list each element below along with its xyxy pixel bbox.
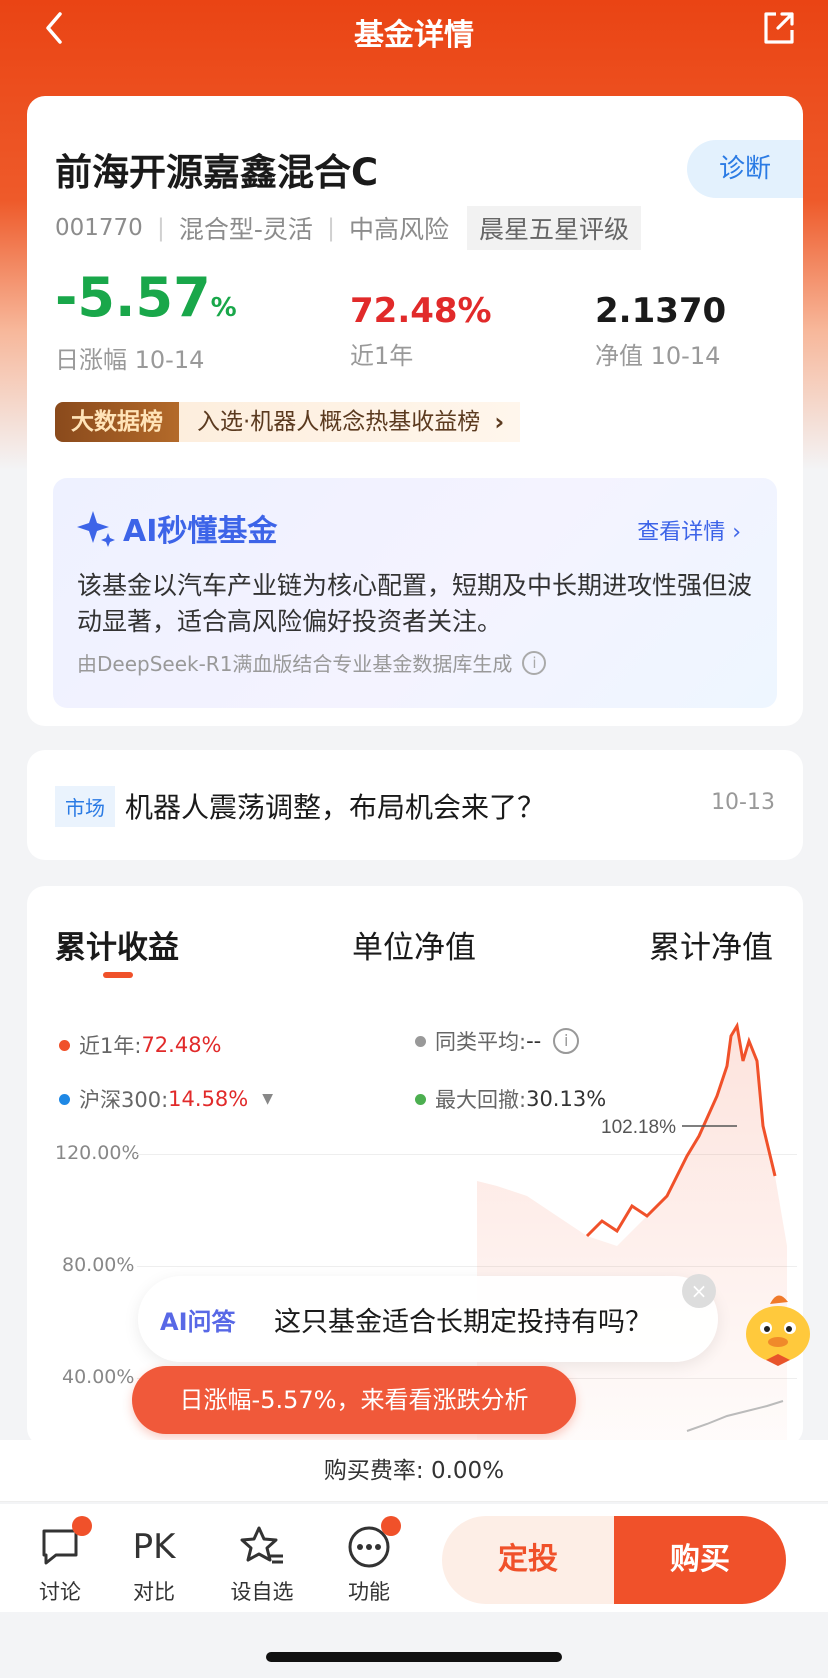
fund-meta-row: 001770 | 混合型-灵活 | 中高风险 晨星五星评级 — [55, 206, 642, 250]
daily-change-value: -5.57 — [55, 266, 211, 329]
mascot-duck-icon[interactable] — [736, 1284, 820, 1368]
chart-card: 累计收益 单位净值 累计净值 近1年: 72.48% 同类平均: -- i 沪深… — [27, 886, 803, 1446]
pk-icon: PK — [132, 1527, 176, 1567]
compare-button[interactable]: PK 对比 — [114, 1522, 194, 1606]
close-icon[interactable]: × — [682, 1274, 716, 1308]
buy-button[interactable]: 购买 — [614, 1516, 786, 1604]
ai-source-text: 由DeepSeek-R1满血版结合专业基金数据库生成 — [77, 652, 513, 676]
big-data-rank-badge: 大数据榜 — [55, 402, 179, 442]
ranking-label: 入选·机器人概念热基收益榜 — [197, 409, 481, 435]
news-date: 10-13 — [711, 790, 775, 815]
star-list-icon — [240, 1526, 283, 1564]
home-area — [0, 1612, 828, 1678]
fund-category: 混合型-灵活 — [178, 215, 313, 244]
nav-stat: 2.1370 净值 10-14 — [595, 292, 726, 371]
ai-qa-question: 这只基金适合长期定投持有吗？ — [274, 1307, 652, 1338]
notification-dot — [381, 1516, 401, 1536]
daily-change-analysis-button[interactable]: 日涨幅-5.57%，来看看涨跌分析 — [132, 1366, 576, 1434]
year-return-stat: 72.48% 近1年 — [350, 292, 492, 371]
add-watchlist-button[interactable]: 设自选 — [222, 1522, 302, 1606]
ranking-text: 入选·机器人概念热基收益榜 › — [179, 402, 521, 442]
ai-qa-label: AI问答 — [160, 1308, 236, 1336]
ai-summary-body: 该基金以汽车产业链为核心配置，短期及中长期进攻性强但波动显著，适合高风险偏好投资… — [77, 571, 753, 636]
fund-code: 001770 — [55, 215, 143, 241]
fund-name: 前海开源嘉鑫混合C — [55, 151, 379, 194]
ai-summary-title-text: AI秒懂基金 — [123, 514, 278, 549]
watch-label: 设自选 — [230, 1580, 294, 1604]
news-title: 机器人震荡调整，布局机会来了？ — [125, 791, 546, 824]
news-card[interactable]: 市场 机器人震荡调整，布局机会来了？ 10-13 — [27, 750, 803, 860]
notification-dot — [72, 1516, 92, 1536]
peak-label: 102.18% — [601, 1117, 676, 1138]
discuss-label: 讨论 — [39, 1580, 81, 1604]
year-return-label: 近1年 — [350, 342, 414, 370]
page-title: 基金详情 — [354, 18, 474, 53]
navigation-bar: 基金详情 — [0, 0, 828, 58]
year-return-value: 72.48% — [350, 291, 492, 331]
return-chart[interactable]: 102.18% — [27, 886, 803, 1446]
rating-badge[interactable]: 晨星五星评级 — [467, 206, 642, 250]
nav-label: 净值 10-14 — [595, 342, 721, 370]
fund-summary-card: 前海开源嘉鑫混合C 诊断 001770 | 混合型-灵活 | 中高风险 晨星五星… — [27, 96, 803, 726]
divider: | — [156, 214, 165, 242]
daily-change-unit: % — [210, 293, 237, 323]
ai-qa-bubble[interactable]: AI问答 这只基金适合长期定投持有吗？ × — [138, 1274, 718, 1362]
view-details-link[interactable]: 查看详情 › — [637, 514, 741, 546]
divider: | — [326, 214, 336, 242]
fixed-investment-button[interactable]: 定投 — [442, 1516, 614, 1604]
news-tag: 市场 — [55, 786, 115, 827]
info-icon[interactable]: i — [522, 650, 547, 675]
function-button[interactable]: 功能 — [329, 1516, 409, 1606]
home-indicator[interactable] — [266, 1652, 562, 1662]
function-label: 功能 — [348, 1580, 390, 1604]
ranking-banner[interactable]: 大数据榜 入选·机器人概念热基收益榜 › — [55, 402, 521, 442]
sparkle-icon — [77, 511, 115, 547]
ai-summary-title: AI秒懂基金 — [77, 506, 277, 550]
discuss-button[interactable]: 讨论 — [20, 1516, 100, 1606]
daily-change-stat: -5.57% 日涨幅 10-14 — [55, 268, 237, 375]
share-icon[interactable] — [758, 8, 798, 48]
compare-label: 对比 — [133, 1580, 175, 1604]
purchase-fee: 购买费率: 0.00% — [0, 1440, 828, 1502]
fund-risk: 中高风险 — [349, 215, 450, 244]
diagnose-button[interactable]: 诊断 — [687, 140, 803, 198]
chevron-right-icon: › — [494, 408, 505, 436]
ai-summary-footer: 由DeepSeek-R1满血版结合专业基金数据库生成 i — [77, 648, 547, 677]
daily-change-label: 日涨幅 10-14 — [55, 346, 205, 374]
ai-summary-box: AI秒懂基金 查看详情 › 该基金以汽车产业链为核心配置，短期及中长期进攻性强但… — [53, 478, 777, 708]
nav-value: 2.1370 — [595, 291, 727, 331]
